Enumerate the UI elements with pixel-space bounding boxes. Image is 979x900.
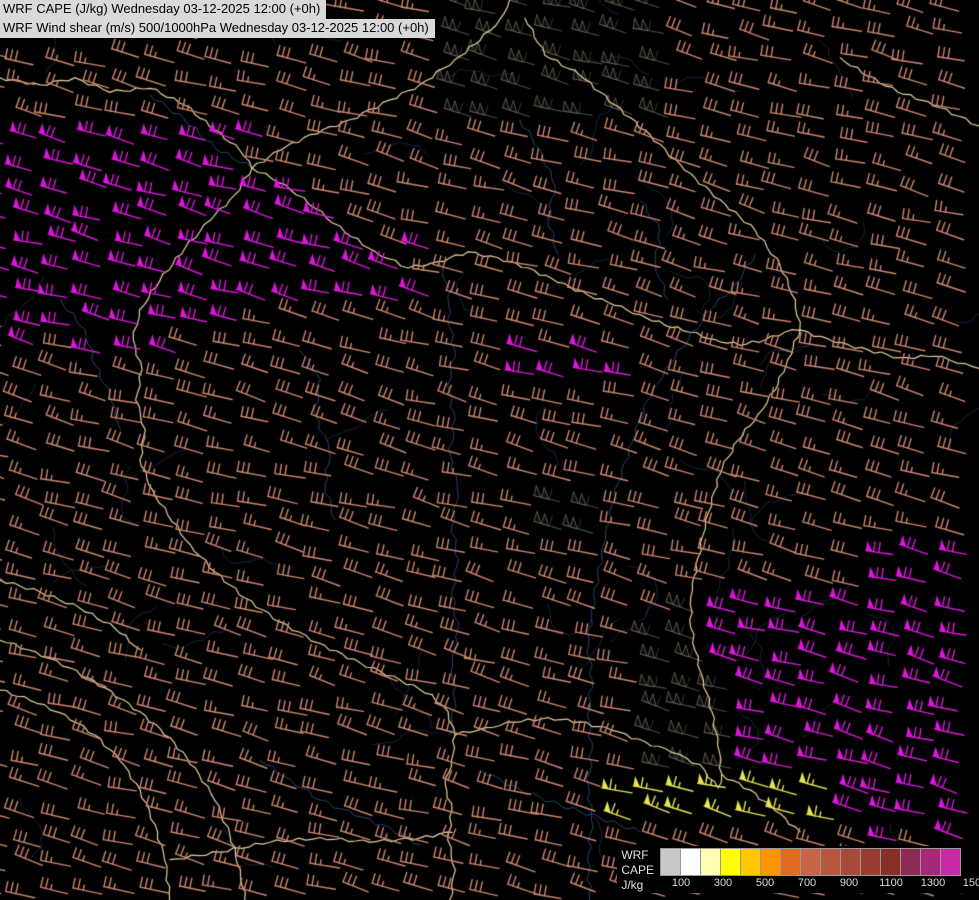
legend-color-cell — [920, 848, 941, 876]
legend-scale-label: 700 — [797, 877, 817, 889]
cape-legend: WRF CAPE J/kg 100 300 500 700 900 1100 1300 150… — [617, 846, 979, 893]
legend-color-cell — [860, 848, 881, 876]
legend-color-cell — [900, 848, 921, 876]
legend-scale: 100 300 500 700 900 1100 1300 1500 — [660, 848, 979, 893]
legend-color-cell — [720, 848, 741, 876]
legend-color-cell — [700, 848, 721, 876]
legend-scale-label: 1500 — [962, 877, 979, 889]
legend-model-label: WRF — [621, 848, 649, 862]
legend-scale-label: 900 — [839, 877, 859, 889]
legend-color-cell — [940, 848, 961, 876]
legend-scale-label: 1100 — [879, 877, 903, 889]
legend-scale-label: 500 — [755, 877, 775, 889]
title-cape: WRF CAPE (J/kg) Wednesday 03-12-2025 12:… — [0, 0, 327, 19]
legend-color-cell — [780, 848, 801, 876]
legend-color-cell — [660, 848, 681, 876]
legend-scale-label: 100 — [671, 877, 691, 889]
weather-map: WRF CAPE (J/kg) Wednesday 03-12-2025 12:… — [0, 0, 979, 900]
legend-color-cell — [820, 848, 841, 876]
legend-color-cell — [740, 848, 761, 876]
legend-color-cell — [680, 848, 701, 876]
legend-scale-labels: 100 300 500 700 900 1100 1300 1500 — [660, 876, 979, 891]
title-wind-shear: WRF Wind shear (m/s) 500/1000hPa Wednesd… — [0, 19, 435, 38]
legend-color-cell — [760, 848, 781, 876]
legend-units-label: J/kg — [621, 878, 644, 892]
legend-colorbar — [660, 848, 975, 876]
weather-map-canvas — [0, 0, 979, 900]
legend-color-cell — [800, 848, 821, 876]
map-titles: WRF CAPE (J/kg) Wednesday 03-12-2025 12:… — [0, 0, 435, 38]
legend-color-cell — [840, 848, 861, 876]
legend-color-cell — [880, 848, 901, 876]
legend-titles: WRF CAPE J/kg — [621, 848, 654, 893]
legend-scale-label: 1300 — [920, 877, 946, 889]
legend-scale-label: 300 — [713, 877, 733, 889]
legend-parameter-label: CAPE — [621, 863, 654, 877]
